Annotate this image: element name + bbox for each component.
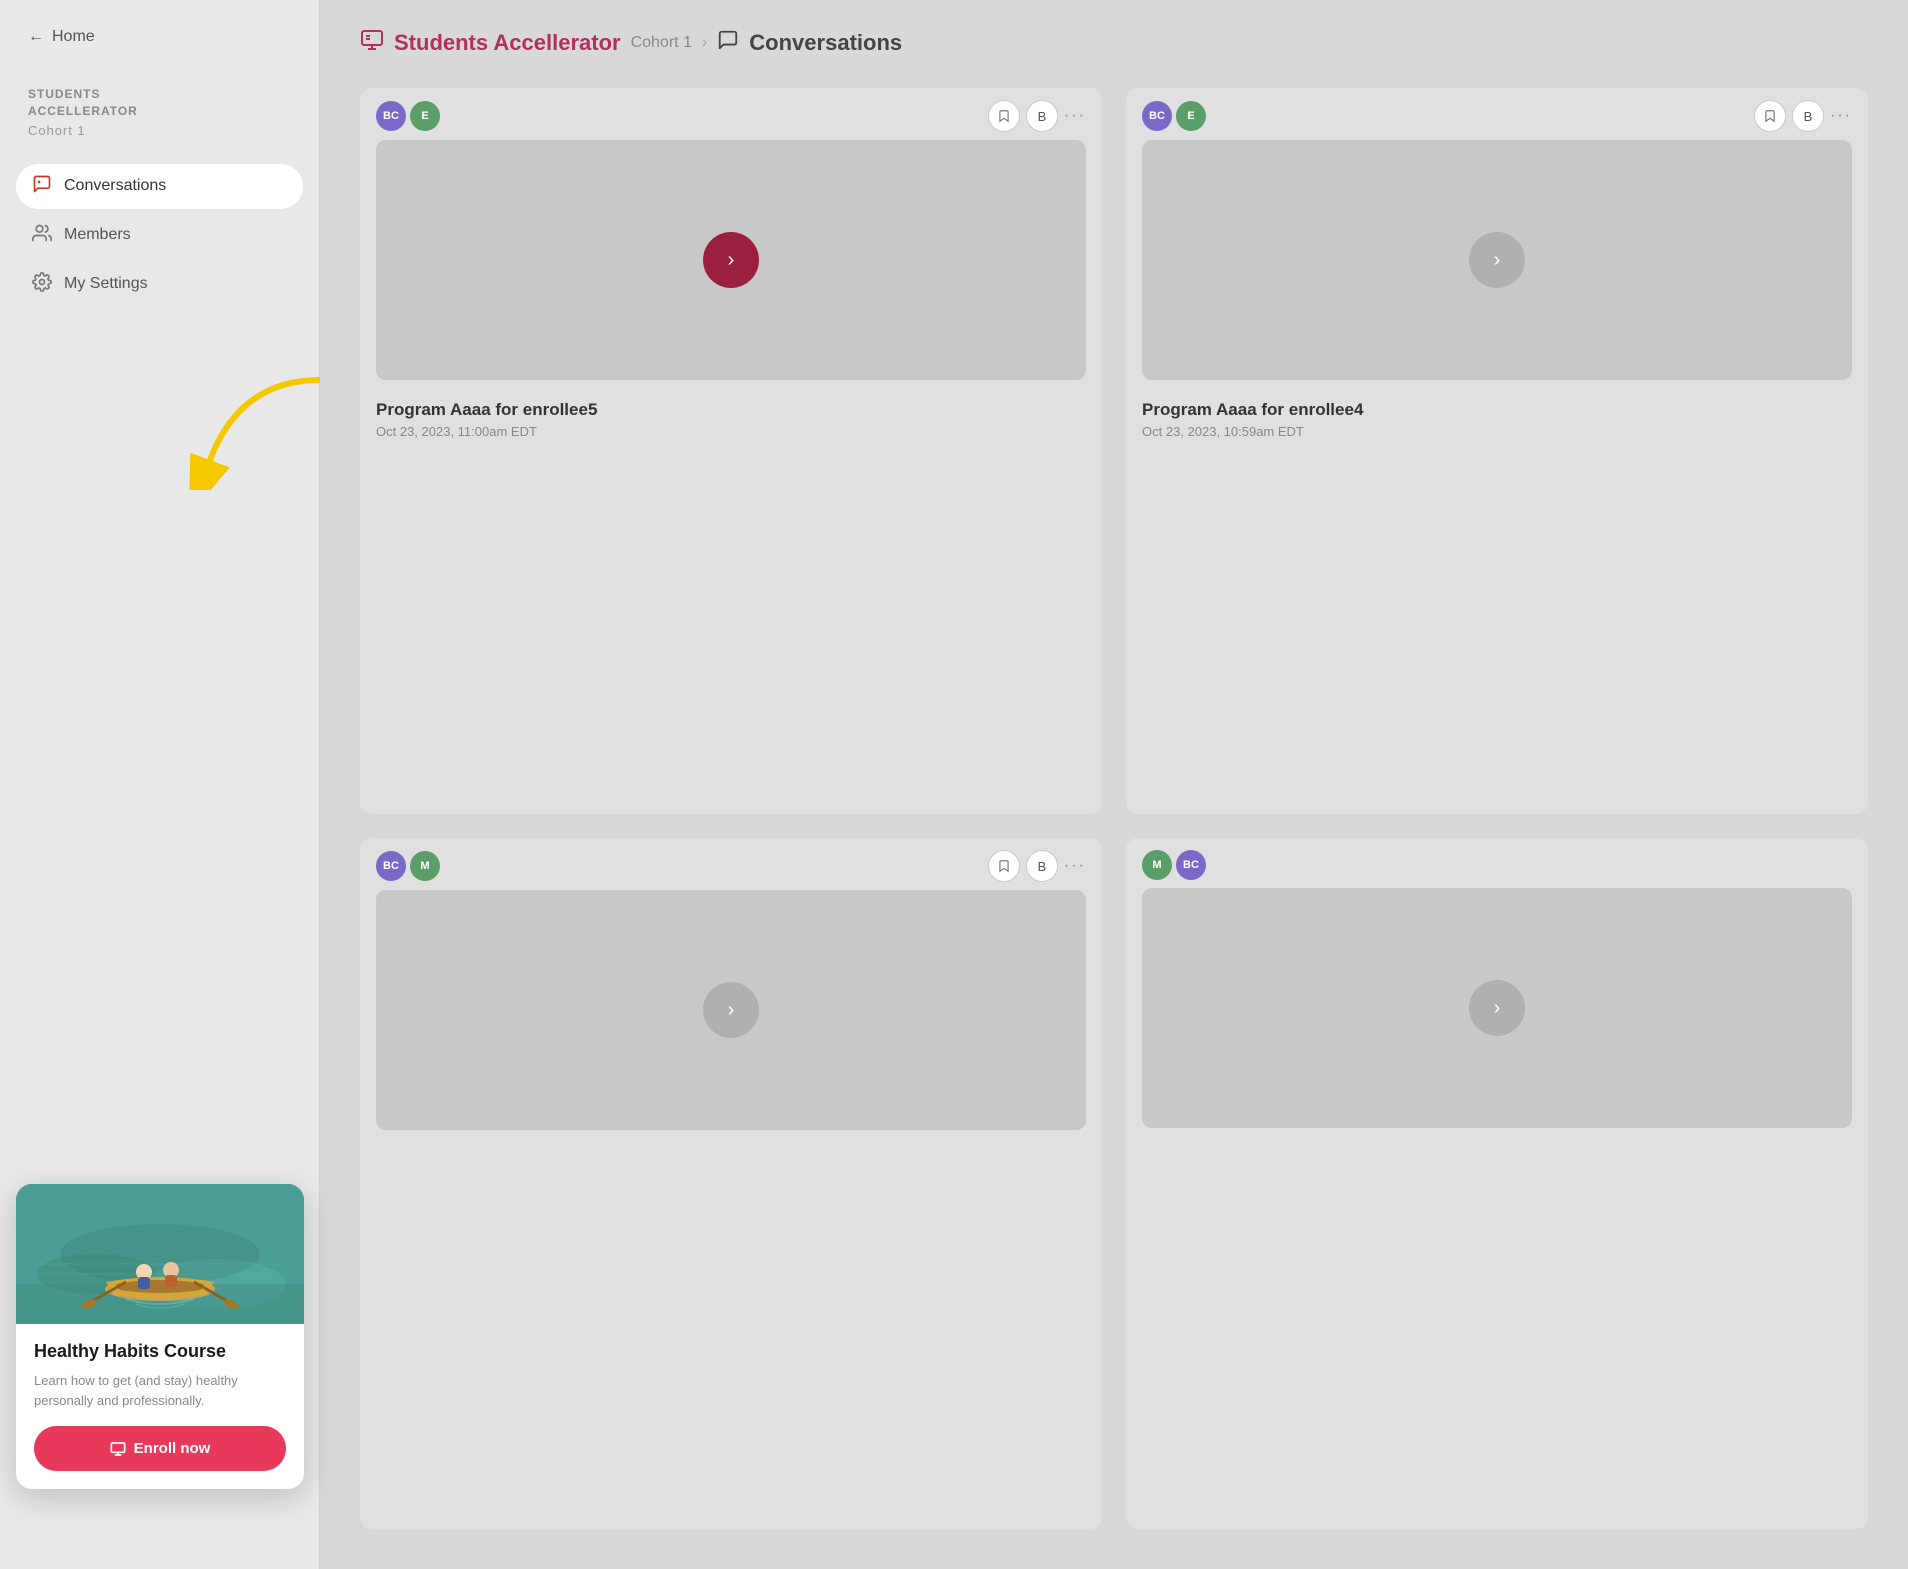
card-3-avatars-left: BC M: [376, 851, 440, 881]
org-name: STUDENTSACCELLERATOR: [28, 86, 291, 120]
sidebar-item-conversations[interactable]: Conversations: [16, 164, 303, 209]
conversations-label: Conversations: [64, 177, 166, 195]
card-1-actions: B ···: [988, 100, 1086, 132]
conversation-card-2: BC E B ··· › Program Aaaa for enroll: [1126, 88, 1868, 814]
play-btn-4[interactable]: ›: [1469, 980, 1525, 1036]
avatar-bc: BC: [376, 101, 406, 131]
students-accelerator-icon: [360, 28, 384, 52]
card-2-avatars-left: BC E: [1142, 101, 1206, 131]
card-3-actions: B ···: [988, 850, 1086, 882]
card-3-header: BC M B ···: [360, 838, 1102, 882]
conversations-grid: BC E B ··· › Program Aaaa for enroll: [320, 78, 1908, 1569]
sidebar: ← Home STUDENTSACCELLERATOR Cohort 1 Con…: [0, 0, 320, 1569]
conversation-card-4: M BC ›: [1126, 838, 1868, 1529]
card-1-media: ›: [376, 140, 1086, 380]
card-2-date: Oct 23, 2023, 10:59am EDT: [1142, 424, 1852, 439]
conversation-card-3: BC M B ··· ›: [360, 838, 1102, 1529]
sidebar-nav: Conversations Members My Settings: [0, 156, 319, 315]
card-1-header: BC E B ···: [360, 88, 1102, 132]
sidebar-org-info: STUDENTSACCELLERATOR Cohort 1: [0, 66, 319, 156]
more-btn-2[interactable]: ···: [1830, 107, 1852, 125]
card-2-title: Program Aaaa for enrollee4: [1142, 400, 1852, 420]
card-3-media: ›: [376, 890, 1086, 1130]
cohort-label: Cohort 1: [28, 122, 291, 140]
card-1-date: Oct 23, 2023, 11:00am EDT: [376, 424, 1086, 439]
card-4-avatars-left: M BC: [1142, 850, 1206, 880]
avatar-m-4: M: [1142, 850, 1172, 880]
enroll-icon: [110, 1441, 126, 1457]
sidebar-home-link[interactable]: ← Home: [0, 0, 319, 66]
bookmark-btn-3[interactable]: [988, 850, 1020, 882]
main-header: Students Accellerator Cohort 1 › Convers…: [320, 0, 1908, 78]
main-content: Students Accellerator Cohort 1 › Convers…: [320, 0, 1908, 1569]
course-popup-card: Healthy Habits Course Learn how to get (…: [16, 1184, 304, 1489]
card-4-header: M BC: [1126, 838, 1868, 880]
avatar-bc-3: BC: [376, 851, 406, 881]
avatar-bc-4: BC: [1176, 850, 1206, 880]
course-card-body: Healthy Habits Course Learn how to get (…: [16, 1324, 304, 1489]
card-4-media: ›: [1142, 888, 1852, 1128]
course-image: [16, 1184, 304, 1324]
user-btn-1[interactable]: B: [1026, 100, 1058, 132]
cohort-breadcrumb: Cohort 1: [631, 34, 692, 52]
app-icon: [360, 28, 384, 58]
sidebar-item-members[interactable]: Members: [16, 213, 303, 258]
play-btn-3[interactable]: ›: [703, 982, 759, 1038]
avatar-e: E: [410, 101, 440, 131]
settings-icon: [32, 272, 52, 297]
breadcrumb: Students Accellerator Cohort 1 › Convers…: [360, 28, 902, 58]
course-title: Healthy Habits Course: [34, 1340, 286, 1363]
conversations-icon: [32, 174, 52, 199]
more-btn-1[interactable]: ···: [1064, 107, 1086, 125]
user-btn-3[interactable]: B: [1026, 850, 1058, 882]
avatar-m-3: M: [410, 851, 440, 881]
arrow-annotation: [180, 370, 340, 495]
settings-label: My Settings: [64, 275, 148, 293]
play-btn-2[interactable]: ›: [1469, 232, 1525, 288]
section-label: Conversations: [749, 30, 902, 56]
card-2-media: ›: [1142, 140, 1852, 380]
avatar-e-2: E: [1176, 101, 1206, 131]
breadcrumb-separator: ›: [702, 34, 707, 52]
members-icon: [32, 223, 52, 248]
home-label: Home: [52, 28, 95, 46]
play-btn-1[interactable]: ›: [703, 232, 759, 288]
card-1-info: Program Aaaa for enrollee5 Oct 23, 2023,…: [360, 388, 1102, 455]
user-btn-2[interactable]: B: [1792, 100, 1824, 132]
members-label: Members: [64, 226, 131, 244]
bookmark-btn-2[interactable]: [1754, 100, 1786, 132]
card-1-title: Program Aaaa for enrollee5: [376, 400, 1086, 420]
conversations-breadcrumb-icon: [717, 29, 739, 57]
card-2-actions: B ···: [1754, 100, 1852, 132]
card-4-info: [1126, 1136, 1868, 1168]
conversation-card-1: BC E B ··· › Program Aaaa for enroll: [360, 88, 1102, 814]
enroll-label: Enroll now: [134, 1440, 211, 1457]
more-btn-3[interactable]: ···: [1064, 857, 1086, 875]
avatar-bc-2: BC: [1142, 101, 1172, 131]
card-2-info: Program Aaaa for enrollee4 Oct 23, 2023,…: [1126, 388, 1868, 455]
bookmark-btn-1[interactable]: [988, 100, 1020, 132]
app-name: Students Accellerator: [394, 30, 621, 56]
enroll-now-button[interactable]: Enroll now: [34, 1426, 286, 1471]
back-arrow-icon: ←: [28, 28, 44, 46]
sidebar-item-settings[interactable]: My Settings: [16, 262, 303, 307]
course-description: Learn how to get (and stay) healthy pers…: [34, 1371, 286, 1410]
card-2-header: BC E B ···: [1126, 88, 1868, 132]
card-1-avatars-left: BC E: [376, 101, 440, 131]
card-3-info: [360, 1138, 1102, 1170]
